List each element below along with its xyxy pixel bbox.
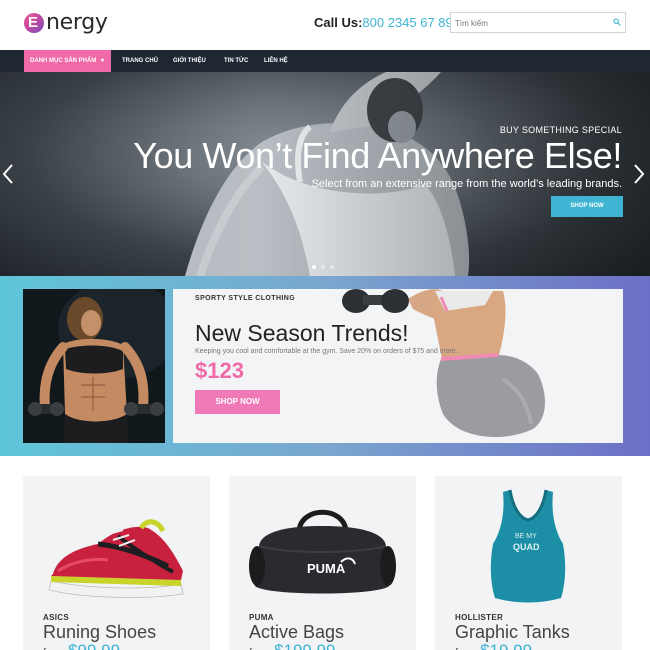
promo-title: New Season Trends! <box>195 320 409 346</box>
logo[interactable]: E nergy <box>24 10 108 36</box>
product-price: from $99.99 <box>43 641 120 650</box>
product-brand: PUMA <box>249 613 274 622</box>
promo-eyebrow: Sporty style clothing <box>195 295 296 302</box>
hero-shop-now-button[interactable]: Shop now <box>551 196 623 217</box>
nav-item-contact[interactable]: Liên hệ <box>264 50 288 72</box>
site-header: E nergy Call Us:800 2345 67 89 <box>0 0 650 50</box>
hero-eyebrow: BUY SOMETHING SPECIAL <box>499 125 622 135</box>
nav-item-about[interactable]: Giới thiệu <box>173 50 206 72</box>
main-nav: Danh mục sản phẩm ▾ Trang chủ Giới thiệu… <box>0 50 650 72</box>
nav-category-menu[interactable]: Danh mục sản phẩm ▾ <box>24 50 111 72</box>
slider-dots <box>312 265 334 269</box>
promo-price: $123 <box>195 358 244 383</box>
slider-dot[interactable] <box>321 265 325 269</box>
slider-dot[interactable] <box>330 265 334 269</box>
product-name[interactable]: Runing Shoes <box>43 622 156 643</box>
shoe-image <box>48 519 184 598</box>
product-name[interactable]: Graphic Tanks <box>455 622 570 643</box>
product-card[interactable]: BE MY QUAD HOLLISTER Graphic Tanks from … <box>435 476 622 650</box>
product-price: from $199.99 <box>249 641 336 650</box>
tank-top-image: BE MY QUAD <box>490 489 566 603</box>
product-grid: ASICS Runing Shoes from $99.99 PUMA PUMA… <box>0 456 650 650</box>
product-card[interactable]: PUMA PUMA Active Bags from $199.99 <box>229 476 416 650</box>
hero-subtitle: Select from an extensive range from the … <box>311 178 622 190</box>
hero-slider: BUY SOMETHING SPECIAL You Won’t Find Any… <box>0 72 650 276</box>
promo-banner: Sporty style clothing New Season Trends!… <box>0 276 650 456</box>
nav-item-news[interactable]: Tin tức <box>224 50 248 72</box>
nav-category-label: Danh mục sản phẩm <box>30 58 97 64</box>
logo-text: nergy <box>46 10 108 35</box>
athlete-photo <box>23 289 165 443</box>
product-price: from $19.99 <box>455 641 532 650</box>
search-input[interactable] <box>451 14 601 33</box>
product-brand: HOLLISTER <box>455 613 504 622</box>
search-icon[interactable] <box>613 18 621 26</box>
promo-athlete-image <box>23 289 165 443</box>
product-card[interactable]: ASICS Runing Shoes from $99.99 <box>23 476 210 650</box>
slider-dot[interactable] <box>312 265 316 269</box>
logo-mark: E <box>24 13 44 33</box>
svg-text:PUMA: PUMA <box>307 561 346 576</box>
promo-shop-now-button[interactable]: Shop now <box>195 390 280 414</box>
phone-number[interactable]: 800 2345 67 89 <box>362 15 452 30</box>
call-label: Call Us: <box>314 15 363 30</box>
chevron-right-icon[interactable] <box>633 163 645 185</box>
bag-image: PUMA <box>249 509 396 594</box>
product-name[interactable]: Active Bags <box>249 622 344 643</box>
nav-item-home[interactable]: Trang chủ <box>122 50 158 72</box>
hero-headline: You Won’t Find Anywhere Else! <box>133 135 622 176</box>
chevron-left-icon[interactable] <box>2 163 14 185</box>
contact-phone: Call Us:800 2345 67 89 <box>314 15 453 30</box>
search-box <box>450 12 626 33</box>
svg-text:BE MY: BE MY <box>515 533 537 540</box>
product-brand: ASICS <box>43 613 69 622</box>
svg-text:QUAD: QUAD <box>513 542 540 552</box>
promo-card: Sporty style clothing New Season Trends!… <box>173 289 623 443</box>
chevron-down-icon: ▾ <box>101 58 105 64</box>
promo-description: Keeping you cool and comfortable at the … <box>195 348 458 355</box>
